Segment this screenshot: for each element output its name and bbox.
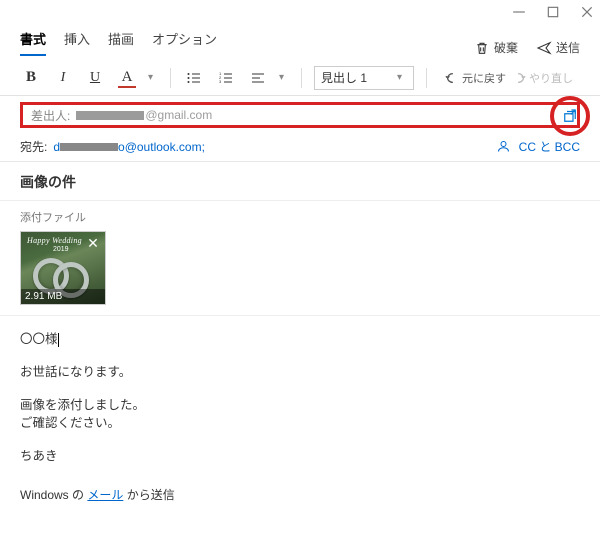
from-row: 差出人: @gmail.com (0, 96, 600, 132)
attachment-size: 2.91 MB (21, 289, 105, 304)
redo-button[interactable]: やり直し (512, 70, 573, 86)
undo-redo-group: 元に戻す やり直し (445, 70, 573, 86)
number-list-icon: 123 (218, 70, 234, 86)
tab-options[interactable]: オプション (152, 29, 217, 56)
signature-line: Windows の メール から送信 (20, 486, 580, 504)
bold-button[interactable]: B (20, 67, 42, 89)
underline-button[interactable]: U (84, 67, 106, 89)
from-redacted (76, 111, 144, 120)
attachment-year: 2019 (53, 246, 69, 253)
close-window-button[interactable] (580, 5, 594, 19)
header-actions: 破棄 送信 (474, 39, 580, 56)
redo-label: やり直し (529, 70, 573, 86)
attachment-section-label: 添付ファイル (20, 209, 580, 225)
popout-window-icon (561, 107, 579, 125)
maximize-button[interactable] (546, 5, 560, 19)
font-color-button[interactable]: A (116, 67, 138, 89)
ribbon-header: 書式 挿入 描画 オプション 破棄 送信 (0, 24, 600, 56)
heading-style-select[interactable]: 見出し 1 ▾ (314, 66, 414, 90)
remove-attachment-button[interactable]: ✕ (85, 236, 101, 252)
body-greeting: 〇〇様 (20, 332, 58, 346)
discard-label: 破棄 (494, 39, 518, 56)
to-right-controls: CC と BCC (496, 138, 580, 155)
tab-insert[interactable]: 挿入 (64, 29, 90, 56)
undo-button[interactable]: 元に戻す (445, 70, 506, 86)
subject-field[interactable]: 画像の件 (0, 162, 600, 201)
align-icon (250, 70, 266, 86)
align-button[interactable] (247, 67, 269, 89)
to-label: 宛先: (20, 138, 47, 155)
tab-format[interactable]: 書式 (20, 29, 46, 56)
to-address: d o@outlook.com; (53, 140, 205, 154)
tab-draw[interactable]: 描画 (108, 29, 134, 56)
from-label: 差出人: (31, 107, 70, 124)
compose-window: 書式 挿入 描画 オプション 破棄 送信 B I U A ▾ 123 (0, 0, 600, 544)
separator (426, 68, 427, 88)
italic-button[interactable]: I (52, 67, 74, 89)
text-cursor (58, 333, 59, 347)
cc-bcc-toggle[interactable]: CC と BCC (519, 138, 580, 155)
body-greeting-line: 〇〇様 (20, 330, 580, 349)
format-toolbar: B I U A ▾ 123 ▾ 見出し 1 ▾ 元に戻す やり直し (0, 60, 600, 96)
sig-prefix: Windows の (20, 488, 87, 502)
to-suffix: o@outlook.com; (118, 140, 205, 154)
align-dropdown[interactable]: ▾ (279, 72, 289, 83)
bullet-list-icon (186, 70, 202, 86)
separator (170, 68, 171, 88)
window-titlebar (0, 0, 600, 24)
mail-app-link[interactable]: メール (87, 488, 123, 502)
ribbon-tabs: 書式 挿入 描画 オプション (20, 29, 217, 56)
attachment-caption: Happy Wedding (27, 236, 82, 245)
sig-suffix: から送信 (123, 488, 174, 502)
send-label: 送信 (556, 39, 580, 56)
separator (301, 68, 302, 88)
trash-icon (474, 40, 490, 56)
number-list-button[interactable]: 123 (215, 67, 237, 89)
to-prefix: d (53, 140, 60, 154)
send-button[interactable]: 送信 (536, 39, 580, 56)
minimize-button[interactable] (512, 5, 526, 19)
body-name: ちあき (20, 447, 580, 466)
from-field[interactable]: 差出人: @gmail.com (20, 102, 580, 128)
redo-icon (512, 71, 526, 85)
undo-icon (445, 71, 459, 85)
to-field[interactable]: 宛先: d o@outlook.com; (20, 138, 205, 155)
body-line-2a: 画像を添付しました。 (20, 398, 145, 412)
font-color-dropdown[interactable]: ▾ (148, 72, 158, 83)
body-line: お世話になります。 (20, 363, 580, 382)
contacts-icon[interactable] (496, 139, 511, 154)
body-line-2b: ご確認ください。 (20, 416, 120, 430)
chevron-down-icon: ▾ (397, 72, 407, 83)
to-row: 宛先: d o@outlook.com; CC と BCC (0, 132, 600, 162)
heading-select-label: 見出し 1 (321, 69, 367, 86)
send-icon (536, 40, 552, 56)
undo-label: 元に戻す (462, 70, 506, 86)
bullet-list-button[interactable] (183, 67, 205, 89)
attachment-thumbnail[interactable]: Happy Wedding 2019 ✕ 2.91 MB (20, 231, 106, 305)
from-domain: @gmail.com (145, 108, 212, 122)
message-body[interactable]: 〇〇様 お世話になります。 画像を添付しました。 ご確認ください。 ちあき Wi… (0, 316, 600, 544)
attachment-area: 添付ファイル Happy Wedding 2019 ✕ 2.91 MB (0, 201, 600, 316)
open-new-window-button[interactable] (550, 96, 590, 136)
svg-text:3: 3 (219, 79, 222, 84)
to-redacted (60, 143, 118, 151)
body-line: 画像を添付しました。 ご確認ください。 (20, 396, 580, 434)
discard-button[interactable]: 破棄 (474, 39, 518, 56)
